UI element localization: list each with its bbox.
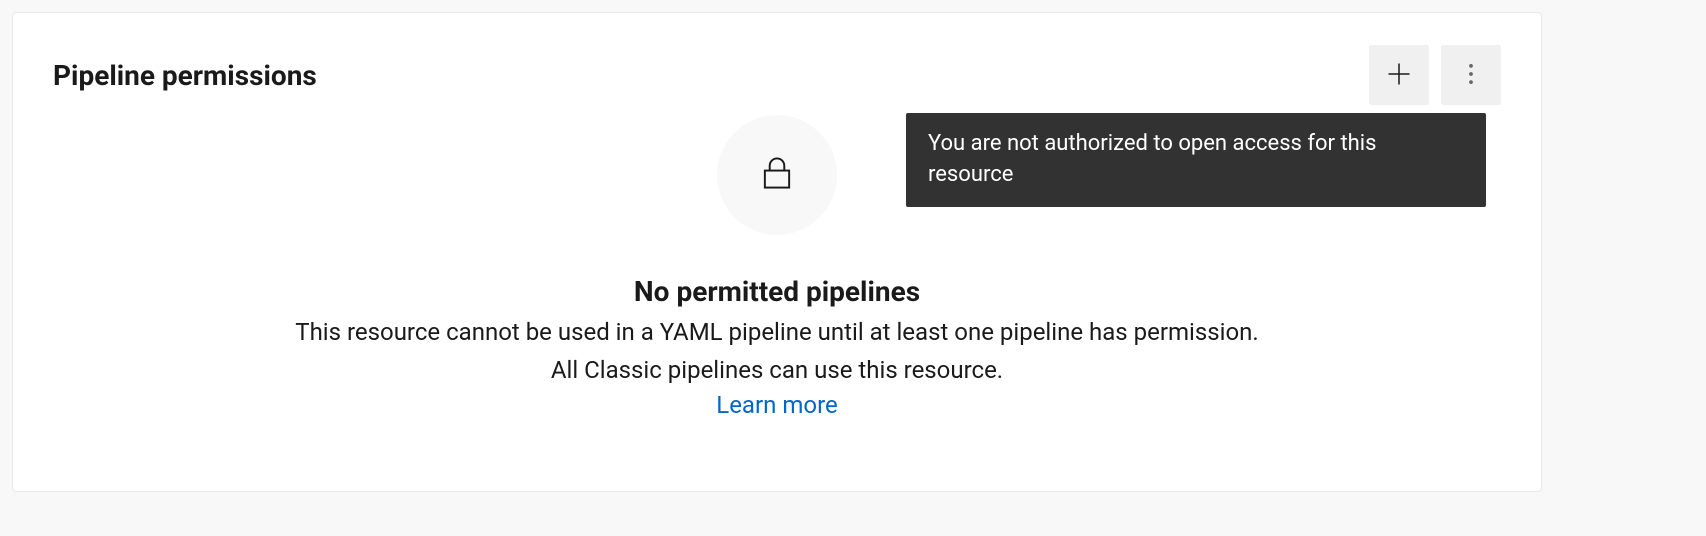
authorization-tooltip: You are not authorized to open access fo…: [906, 113, 1486, 207]
panel-header: Pipeline permissions: [53, 45, 1501, 105]
more-options-button[interactable]: [1441, 45, 1501, 105]
more-vertical-icon: [1457, 60, 1485, 91]
empty-state-description-line2: All Classic pipelines can use this resou…: [551, 354, 1003, 388]
empty-state-title: No permitted pipelines: [634, 275, 920, 308]
panel-title: Pipeline permissions: [53, 59, 317, 92]
lock-icon-circle: [717, 115, 837, 235]
empty-state-description-line1: This resource cannot be used in a YAML p…: [295, 316, 1258, 350]
learn-more-link[interactable]: Learn more: [716, 391, 837, 419]
plus-icon: [1385, 60, 1413, 91]
add-button[interactable]: [1369, 45, 1429, 105]
header-actions: [1369, 45, 1501, 105]
pipeline-permissions-panel: Pipeline permissions: [12, 12, 1542, 492]
lock-icon: [762, 156, 792, 194]
